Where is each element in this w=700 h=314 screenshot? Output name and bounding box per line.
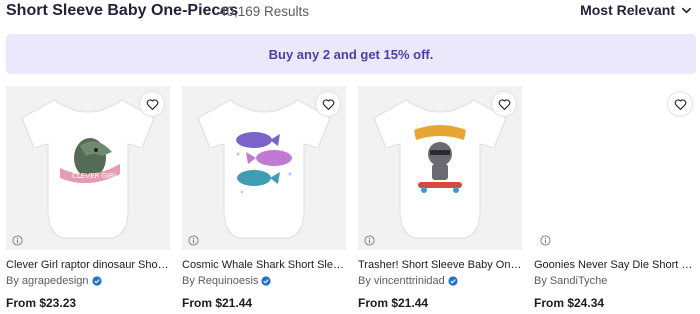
artist-link[interactable]: Requinoesis — [198, 275, 259, 287]
product-title[interactable]: Goonies Never Say Die Short Sleeve Baby … — [534, 259, 698, 271]
product-artist: By vincenttrinidad — [358, 275, 522, 287]
chevron-down-icon — [682, 7, 691, 13]
onesie-image — [197, 99, 331, 239]
product-price: From $24.34 — [534, 296, 605, 310]
favorite-button[interactable] — [140, 92, 164, 116]
by-label: By — [358, 275, 371, 287]
product-artist: By Requinoesis — [182, 275, 346, 287]
onesie-image: CLEVER GIRL — [21, 99, 155, 239]
page-title: Short Sleeve Baby One-Pieces — [6, 2, 239, 19]
product-price: From $21.44 — [182, 296, 253, 310]
verified-icon — [448, 276, 458, 286]
product-card[interactable]: Cosmic Whale Shark Short Sleeve Baby One… — [182, 86, 346, 310]
product-image[interactable] — [358, 86, 522, 250]
product-title[interactable]: Cosmic Whale Shark Short Sleeve Baby One… — [182, 259, 346, 271]
product-price: From $21.44 — [358, 296, 429, 310]
product-image[interactable] — [534, 86, 698, 250]
info-icon[interactable] — [188, 235, 199, 246]
promo-banner[interactable]: Buy any 2 and get 15% off. — [6, 34, 696, 74]
by-label: By — [182, 275, 195, 287]
product-price: From $23.23 — [6, 296, 77, 310]
heart-icon — [146, 98, 158, 110]
promo-text: Buy any 2 and get 15% off. — [268, 46, 434, 62]
sort-label: Most Relevant — [580, 2, 675, 18]
artist-link[interactable]: agrapedesign — [22, 275, 89, 287]
heart-icon — [498, 98, 510, 110]
info-icon[interactable] — [540, 235, 551, 246]
favorite-button[interactable] — [668, 92, 692, 116]
heart-icon — [674, 98, 686, 110]
sort-dropdown[interactable]: Most Relevant — [580, 2, 692, 18]
product-artist: By SandiTyche — [534, 275, 698, 287]
product-card[interactable]: CLEVER GIRL Clever Girl raptor dinosaur … — [6, 86, 170, 310]
artist-link[interactable]: vincenttrinidad — [374, 275, 445, 287]
info-icon[interactable] — [364, 235, 375, 246]
artist-link[interactable]: SandiTyche — [550, 275, 607, 287]
product-image[interactable] — [182, 86, 346, 250]
product-title[interactable]: Clever Girl raptor dinosaur Short Sleeve… — [6, 259, 170, 271]
product-title[interactable]: Trasher! Short Sleeve Baby One-Piece — [358, 259, 522, 271]
favorite-button[interactable] — [316, 92, 340, 116]
results-header: Short Sleeve Baby One-Pieces 40,169 Resu… — [6, 0, 696, 24]
onesie-image — [373, 99, 507, 239]
heart-icon — [322, 98, 334, 110]
product-card[interactable]: Trasher! Short Sleeve Baby One-Piece By … — [358, 86, 522, 310]
favorite-button[interactable] — [492, 92, 516, 116]
product-card[interactable]: Goonies Never Say Die Short Sleeve Baby … — [534, 86, 698, 310]
by-label: By — [6, 275, 19, 287]
verified-icon — [91, 276, 102, 286]
info-icon[interactable] — [12, 235, 23, 246]
by-label: By — [534, 275, 547, 287]
product-artist: By agrapedesign — [6, 275, 170, 287]
verified-icon — [261, 276, 271, 286]
svg-text:CLEVER GIRL: CLEVER GIRL — [72, 172, 118, 180]
product-image[interactable]: CLEVER GIRL — [6, 86, 170, 250]
results-count: 40,169 Results — [219, 4, 310, 19]
